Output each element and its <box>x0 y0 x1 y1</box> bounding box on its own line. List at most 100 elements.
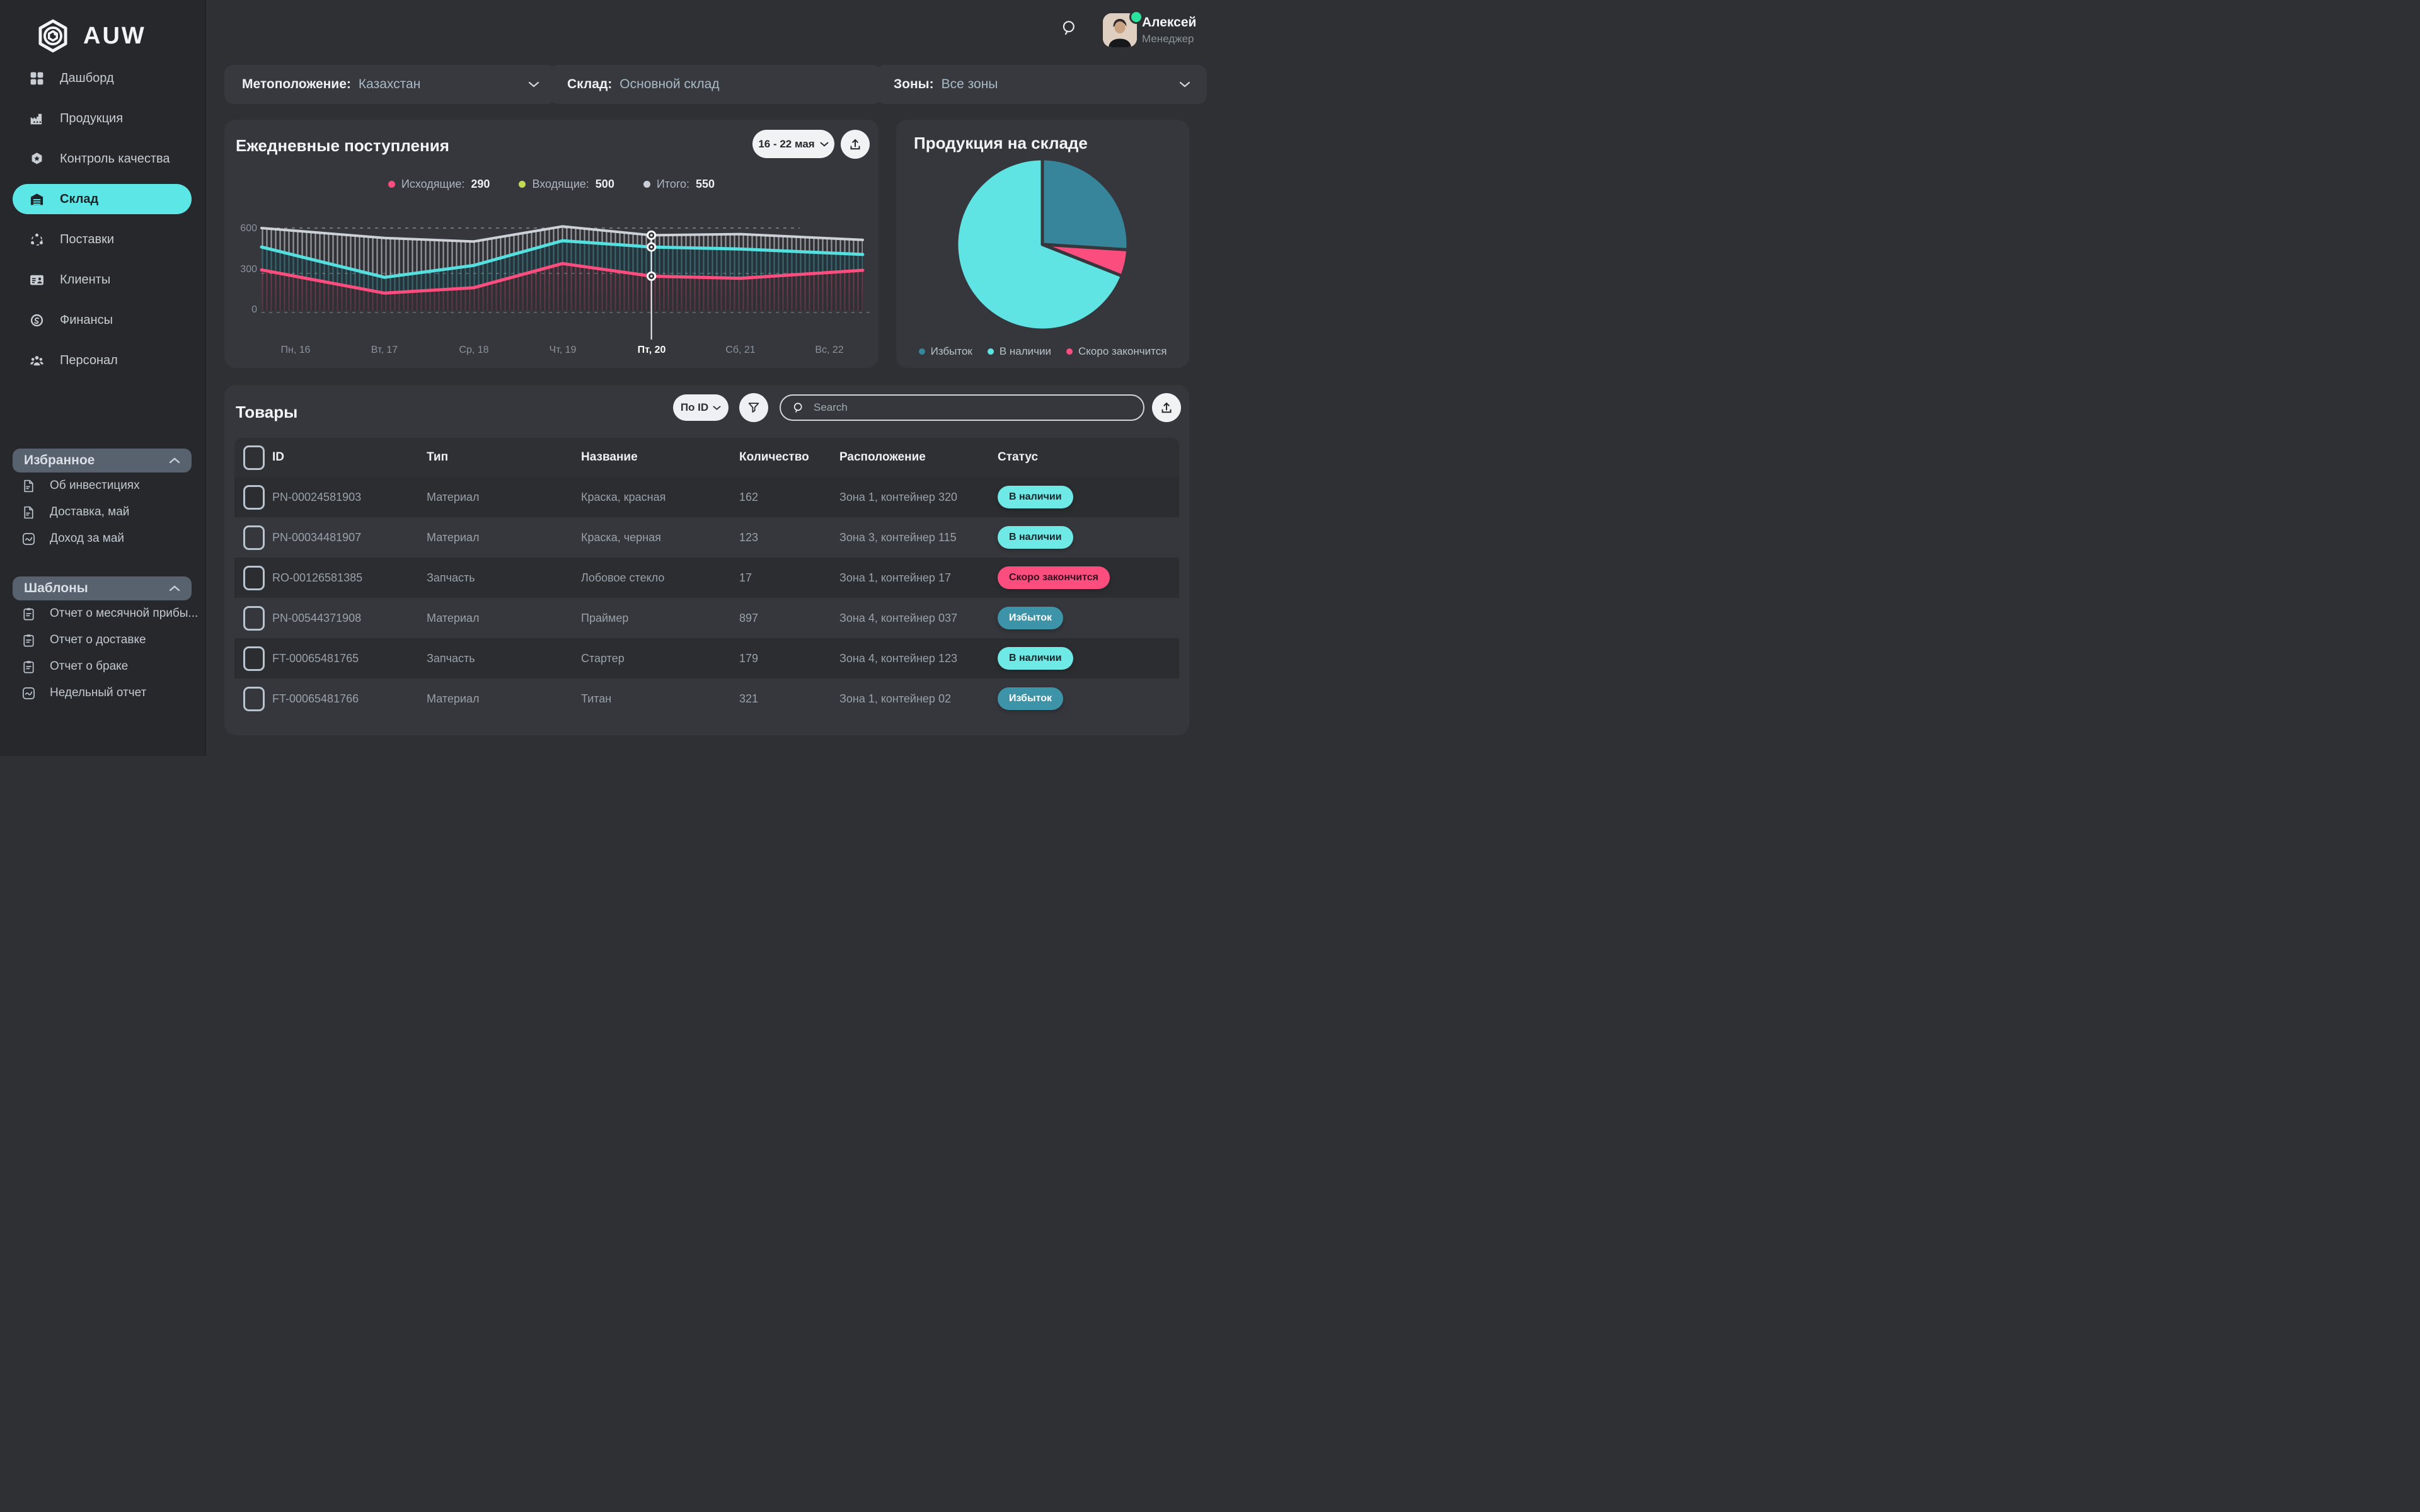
template-item[interactable]: Отчет о браке <box>13 653 192 680</box>
legend-value: 500 <box>596 178 614 191</box>
row-checkbox[interactable] <box>243 687 265 711</box>
user-name[interactable]: Алексей <box>1142 15 1196 30</box>
y-tick: 300 <box>240 264 257 275</box>
date-range-value: 16 - 22 мая <box>758 138 814 151</box>
table-row[interactable]: FT-00065481765 Запчасть Стартер 179 Зона… <box>234 638 1179 679</box>
table-search[interactable] <box>780 394 1144 421</box>
row-checkbox[interactable] <box>243 646 265 671</box>
select-all-checkbox[interactable] <box>243 445 265 470</box>
favorites-title: Избранное <box>24 453 95 468</box>
table-title: Товары <box>236 403 297 422</box>
cell-location: Зона 1, контейнер 02 <box>839 692 998 706</box>
sidebar-item-label: Продукция <box>60 112 123 126</box>
row-checkbox[interactable] <box>243 485 265 510</box>
sidebar-item-label: Склад <box>60 192 98 207</box>
x-tick: Чт, 19 <box>550 345 577 355</box>
sidebar-item-staff[interactable]: Персонал <box>13 345 192 375</box>
date-range-select[interactable]: 16 - 22 мая <box>752 130 834 158</box>
cell-qty: 321 <box>739 692 839 706</box>
filter-location[interactable]: Метоположение: Казахстан <box>224 65 556 104</box>
filter-value: Основной склад <box>619 77 719 92</box>
column-header[interactable]: Тип <box>427 450 581 464</box>
line-area-chart[interactable]: 600 300 0 Пн, 16 Вт, 17 Ср, 18 Чт, 19 Пт… <box>229 212 875 363</box>
status-badge: Избыток <box>998 687 1063 710</box>
factory-icon <box>29 111 45 127</box>
column-header[interactable]: Статус <box>998 450 1179 464</box>
cell-type: Материал <box>427 531 581 544</box>
cell-name: Праймер <box>581 612 739 625</box>
cell-qty: 897 <box>739 612 839 625</box>
sidebar-item-label: Персонал <box>60 353 118 368</box>
sidebar-item-quality[interactable]: Контроль качества <box>13 144 192 174</box>
clipboard-icon <box>21 660 36 674</box>
favorite-item[interactable]: Доставка, май <box>13 499 192 525</box>
template-item[interactable]: Недельный отчет <box>13 680 192 706</box>
favorite-item-label: Об инвестициях <box>50 479 140 493</box>
sort-by-select[interactable]: По ID <box>673 394 729 421</box>
stock-pie-card: Продукция на складе Избыток В наличии Ск… <box>896 120 1189 368</box>
sidebar-item-dashboard[interactable]: Дашборд <box>13 63 192 93</box>
column-header[interactable]: Количество <box>739 450 839 464</box>
filter-value: Все зоны <box>942 77 998 92</box>
favorite-item-label: Доставка, май <box>50 505 129 519</box>
search-input[interactable] <box>812 401 1105 415</box>
cell-id: RO-00126581385 <box>272 571 427 585</box>
sidebar-item-products[interactable]: Продукция <box>13 103 192 134</box>
cell-qty: 123 <box>739 531 839 544</box>
templates-title: Шаблоны <box>24 581 88 596</box>
row-checkbox[interactable] <box>243 566 265 590</box>
cell-type: Запчасть <box>427 571 581 585</box>
favorite-item[interactable]: Об инвестициях <box>13 472 192 499</box>
table-row[interactable]: FT-00065481766 Материал Титан 321 Зона 1… <box>234 679 1179 719</box>
favorites-header[interactable]: Избранное <box>13 449 192 472</box>
cell-name: Титан <box>581 692 739 706</box>
quality-shield-icon <box>29 151 45 167</box>
column-header[interactable]: ID <box>272 450 427 464</box>
filter-button[interactable] <box>739 393 768 422</box>
coin-icon <box>29 312 45 328</box>
export-table-button[interactable] <box>1152 393 1181 422</box>
upload-icon <box>1159 400 1174 415</box>
app-logo[interactable]: AUW <box>35 18 146 54</box>
pie-legend-label: Избыток <box>931 345 972 358</box>
export-chart-button[interactable] <box>841 130 870 159</box>
column-header[interactable]: Расположение <box>839 450 998 464</box>
cell-qty: 179 <box>739 652 839 665</box>
sidebar-item-clients[interactable]: Клиенты <box>13 265 192 295</box>
pie-legend-label: Скоро закончится <box>1078 345 1167 358</box>
template-item[interactable]: Отчет о месячной прибы... <box>13 600 192 627</box>
legend-dot <box>1066 348 1073 355</box>
table-row[interactable]: RO-00126581385 Запчасть Лобовое стекло 1… <box>234 558 1179 598</box>
table-row[interactable]: PN-00034481907 Материал Краска, черная 1… <box>234 517 1179 558</box>
legend-dot <box>919 348 925 355</box>
funnel-icon <box>747 401 761 415</box>
table-row[interactable]: PN-00544371908 Материал Праймер 897 Зона… <box>234 598 1179 638</box>
document-icon <box>21 505 36 520</box>
sidebar-item-supplies[interactable]: Поставки <box>13 224 192 255</box>
sidebar-item-label: Финансы <box>60 313 113 328</box>
column-header[interactable]: Название <box>581 450 739 464</box>
cell-location: Зона 1, контейнер 320 <box>839 491 998 504</box>
cell-type: Материал <box>427 612 581 625</box>
template-item[interactable]: Отчет о доставке <box>13 627 192 653</box>
sidebar-item-label: Поставки <box>60 232 114 247</box>
table-row[interactable]: PN-00024581903 Материал Краска, красная … <box>234 477 1179 517</box>
sidebar-item-finance[interactable]: Финансы <box>13 305 192 335</box>
pie-chart[interactable] <box>896 139 1189 353</box>
filter-zones[interactable]: Зоны: Все зоны <box>876 65 1207 104</box>
cell-name: Краска, красная <box>581 491 739 504</box>
filter-warehouse[interactable]: Склад: Основной склад <box>550 65 882 104</box>
sidebar-item-label: Контроль качества <box>60 152 170 166</box>
cell-type: Запчасть <box>427 652 581 665</box>
row-checkbox[interactable] <box>243 606 265 631</box>
sidebar-item-warehouse[interactable]: Склад <box>13 184 192 214</box>
templates-header[interactable]: Шаблоны <box>13 576 192 600</box>
legend-item-incoming: Входящие: 500 <box>519 178 614 191</box>
y-tick: 0 <box>251 304 257 315</box>
legend-item-total: Итого: 550 <box>643 178 715 191</box>
search-icon[interactable] <box>1061 19 1078 37</box>
favorite-item[interactable]: Доход за май <box>13 525 192 552</box>
logo-text: AUW <box>83 23 146 50</box>
status-badge: В наличии <box>998 526 1073 549</box>
row-checkbox[interactable] <box>243 525 265 550</box>
